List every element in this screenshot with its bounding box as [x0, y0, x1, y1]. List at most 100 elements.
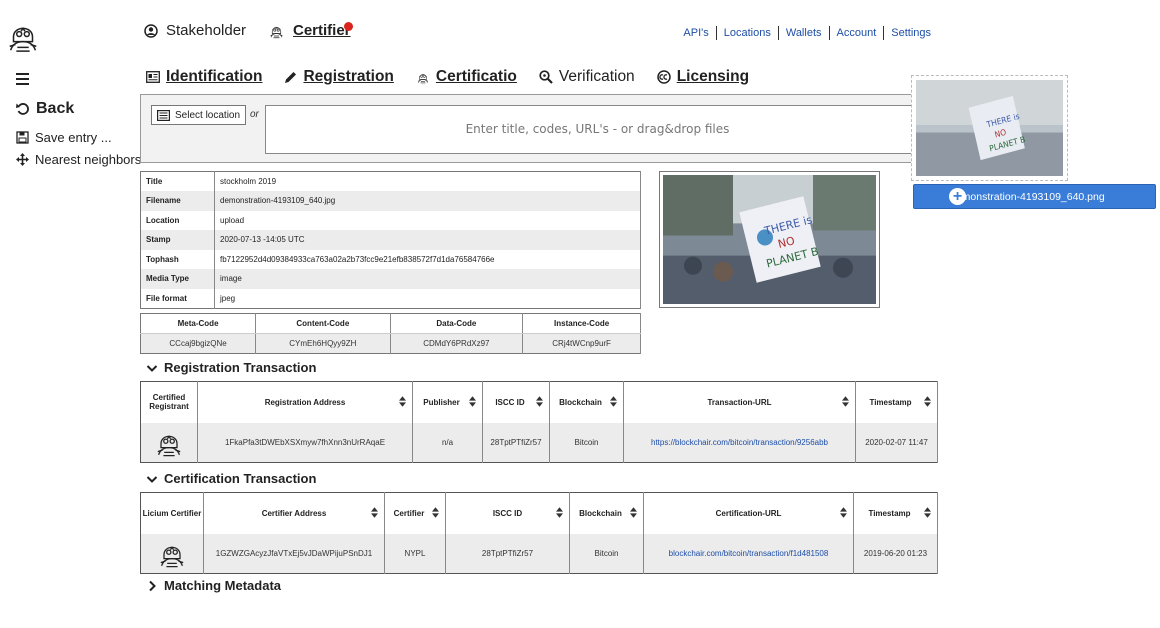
- registrant-avatar: [140, 422, 198, 463]
- registration-section-toggle[interactable]: Registration Transaction: [146, 360, 316, 375]
- iscc-id-value: 28TptPTfiZr57: [445, 533, 570, 574]
- column-header-sortable[interactable]: Timestamp: [853, 492, 938, 534]
- nav-link-account[interactable]: Account: [830, 26, 885, 40]
- sort-icon[interactable]: [469, 396, 476, 407]
- sort-icon[interactable]: [924, 507, 931, 518]
- column-header-sortable[interactable]: Certifier Address: [203, 492, 385, 534]
- column-header-sortable[interactable]: Registration Address: [197, 381, 413, 423]
- header-label: Blockchain: [579, 508, 622, 518]
- tab-registration[interactable]: Registration: [284, 68, 394, 86]
- role-certifier[interactable]: Certifier: [268, 22, 351, 39]
- meta-value: upload: [214, 210, 641, 230]
- matching-metadata-toggle[interactable]: Matching Metadata: [146, 578, 281, 593]
- chevron-down-icon: [146, 362, 158, 374]
- thumbnail-image: THERE is NO PLANET B: [916, 80, 1063, 176]
- meta-key: Tophash: [140, 249, 215, 269]
- table-row: CCcaj9bgizQNe CYmEh6HQyy9ZH CDMdY6PRdXz9…: [140, 333, 641, 354]
- file-chip[interactable]: + demonstration-4193109_640.png: [913, 184, 1156, 209]
- table-row: Stamp 2020-07-13 -14:05 UTC: [140, 230, 641, 250]
- uploaded-thumbnail[interactable]: THERE is NO PLANET B: [911, 75, 1068, 181]
- header-label: Certifier: [393, 508, 425, 518]
- or-label: or: [250, 109, 259, 120]
- column-header-sortable[interactable]: Timestamp: [855, 381, 938, 423]
- column-header-sortable[interactable]: Transaction-URL: [623, 381, 856, 423]
- file-chip-label: demonstration-4193109_640.png: [950, 190, 1105, 203]
- save-entry-button[interactable]: Save entry ...: [16, 130, 112, 145]
- code-value: CDMdY6PRdXz97: [390, 333, 524, 354]
- main-tabs: Identification Registration Certificatio…: [146, 68, 771, 86]
- tab-label: Verification: [558, 68, 635, 85]
- sort-icon[interactable]: [610, 396, 617, 407]
- tab-identification[interactable]: Identification: [146, 68, 262, 86]
- add-circle-icon: +: [949, 188, 966, 205]
- code-value: CCcaj9bgizQNe: [140, 333, 257, 354]
- tab-certification[interactable]: Certificatio: [416, 68, 517, 86]
- code-value: CRj4tWCnp9urF: [522, 333, 641, 354]
- iscc-codes-table: Meta-Code Content-Code Data-Code Instanc…: [140, 313, 641, 354]
- column-header: Data-Code: [390, 313, 524, 334]
- copyright-icon: [656, 70, 671, 84]
- column-header-sortable[interactable]: Blockchain: [569, 492, 644, 534]
- role-label: Stakeholder: [166, 22, 247, 39]
- sort-icon[interactable]: [630, 507, 637, 518]
- blockchain-value: Bitcoin: [549, 422, 624, 463]
- publisher-value: n/a: [412, 422, 483, 463]
- user-circle-icon: [144, 23, 158, 38]
- back-button[interactable]: Back: [16, 100, 74, 118]
- timestamp-value: 2019-06-20 01:23: [853, 533, 938, 574]
- role-stakeholder[interactable]: Stakeholder: [144, 22, 246, 39]
- app-logo[interactable]: [4, 16, 42, 54]
- certification-url-link[interactable]: blockchair.com/bitcoin/transaction/f1d48…: [669, 549, 829, 558]
- table-row: 1GZWZGAcyzJfaVTxEj5vJDaWPijuPSnDJ1 NYPL …: [140, 533, 938, 574]
- meta-key: Media Type: [140, 269, 215, 289]
- column-header-sortable[interactable]: Certification-URL: [643, 492, 854, 534]
- column-header-sortable[interactable]: ISCC ID: [445, 492, 570, 534]
- sort-icon[interactable]: [536, 396, 543, 407]
- nearest-neighbors-button[interactable]: Nearest neighbors: [16, 152, 141, 167]
- header-label: Registration Address: [264, 397, 346, 407]
- header-label: Transaction-URL: [707, 397, 772, 407]
- undo-arrow-icon: [16, 102, 30, 116]
- meta-key: Title: [140, 171, 215, 191]
- table-row: Tophash fb7122952d4d09384933ca763a02a2b73…: [140, 249, 641, 269]
- sort-icon[interactable]: [924, 396, 931, 407]
- column-header-sortable[interactable]: Publisher: [412, 381, 483, 423]
- meta-value: stockholm 2019: [214, 171, 641, 191]
- robot-icon: [268, 22, 285, 39]
- tab-licensing[interactable]: Licensing: [656, 68, 749, 86]
- column-header-sortable[interactable]: ISCC ID: [482, 381, 550, 423]
- certification-section-toggle[interactable]: Certification Transaction: [146, 471, 316, 486]
- header-label: Certifier Address: [261, 508, 327, 518]
- nav-link-wallets[interactable]: Wallets: [779, 26, 830, 40]
- certifier-value: NYPL: [384, 533, 446, 574]
- nav-link-locations[interactable]: Locations: [717, 26, 779, 40]
- hamburger-menu-icon[interactable]: [16, 73, 29, 85]
- meta-key: File format: [140, 288, 215, 308]
- nav-link-apis[interactable]: API's: [676, 26, 717, 40]
- sort-icon[interactable]: [556, 507, 563, 518]
- column-header-sortable[interactable]: Certifier: [384, 492, 446, 534]
- registration-address: 1FkaPfa3tDWEbXSXmyw7fhXnn3nUrRAqaE: [197, 422, 413, 463]
- header-label: Timestamp: [869, 397, 912, 407]
- meta-value: demonstration-4193109_640.jpg: [214, 191, 641, 211]
- search-icon: [539, 70, 553, 84]
- tab-verification[interactable]: Verification: [539, 68, 635, 86]
- search-dropzone-input[interactable]: Enter title, codes, URL's - or drag&drop…: [265, 105, 930, 154]
- header-label: Publisher: [423, 397, 460, 407]
- select-location-label: Select location: [175, 109, 241, 121]
- tab-label: Certificatio: [435, 68, 517, 85]
- sort-icon[interactable]: [399, 396, 406, 407]
- select-location-button[interactable]: Select location: [151, 105, 247, 125]
- meta-value: fb7122952d4d09384933ca763a02a2b73fcc9e21…: [214, 249, 641, 269]
- iscc-id-value: 28TptPTfiZr57: [482, 422, 550, 463]
- meta-value: 2020-07-13 -14:05 UTC: [214, 230, 641, 250]
- sort-icon[interactable]: [842, 396, 849, 407]
- transaction-url-link[interactable]: https://blockchair.com/bitcoin/transacti…: [651, 438, 828, 447]
- notification-dot: [344, 22, 353, 31]
- sort-icon[interactable]: [432, 507, 439, 518]
- column-header-sortable[interactable]: Blockchain: [549, 381, 624, 423]
- nav-link-settings[interactable]: Settings: [884, 26, 938, 40]
- sort-icon[interactable]: [371, 507, 378, 518]
- sort-icon[interactable]: [840, 507, 847, 518]
- role-label: Certifier: [293, 22, 351, 39]
